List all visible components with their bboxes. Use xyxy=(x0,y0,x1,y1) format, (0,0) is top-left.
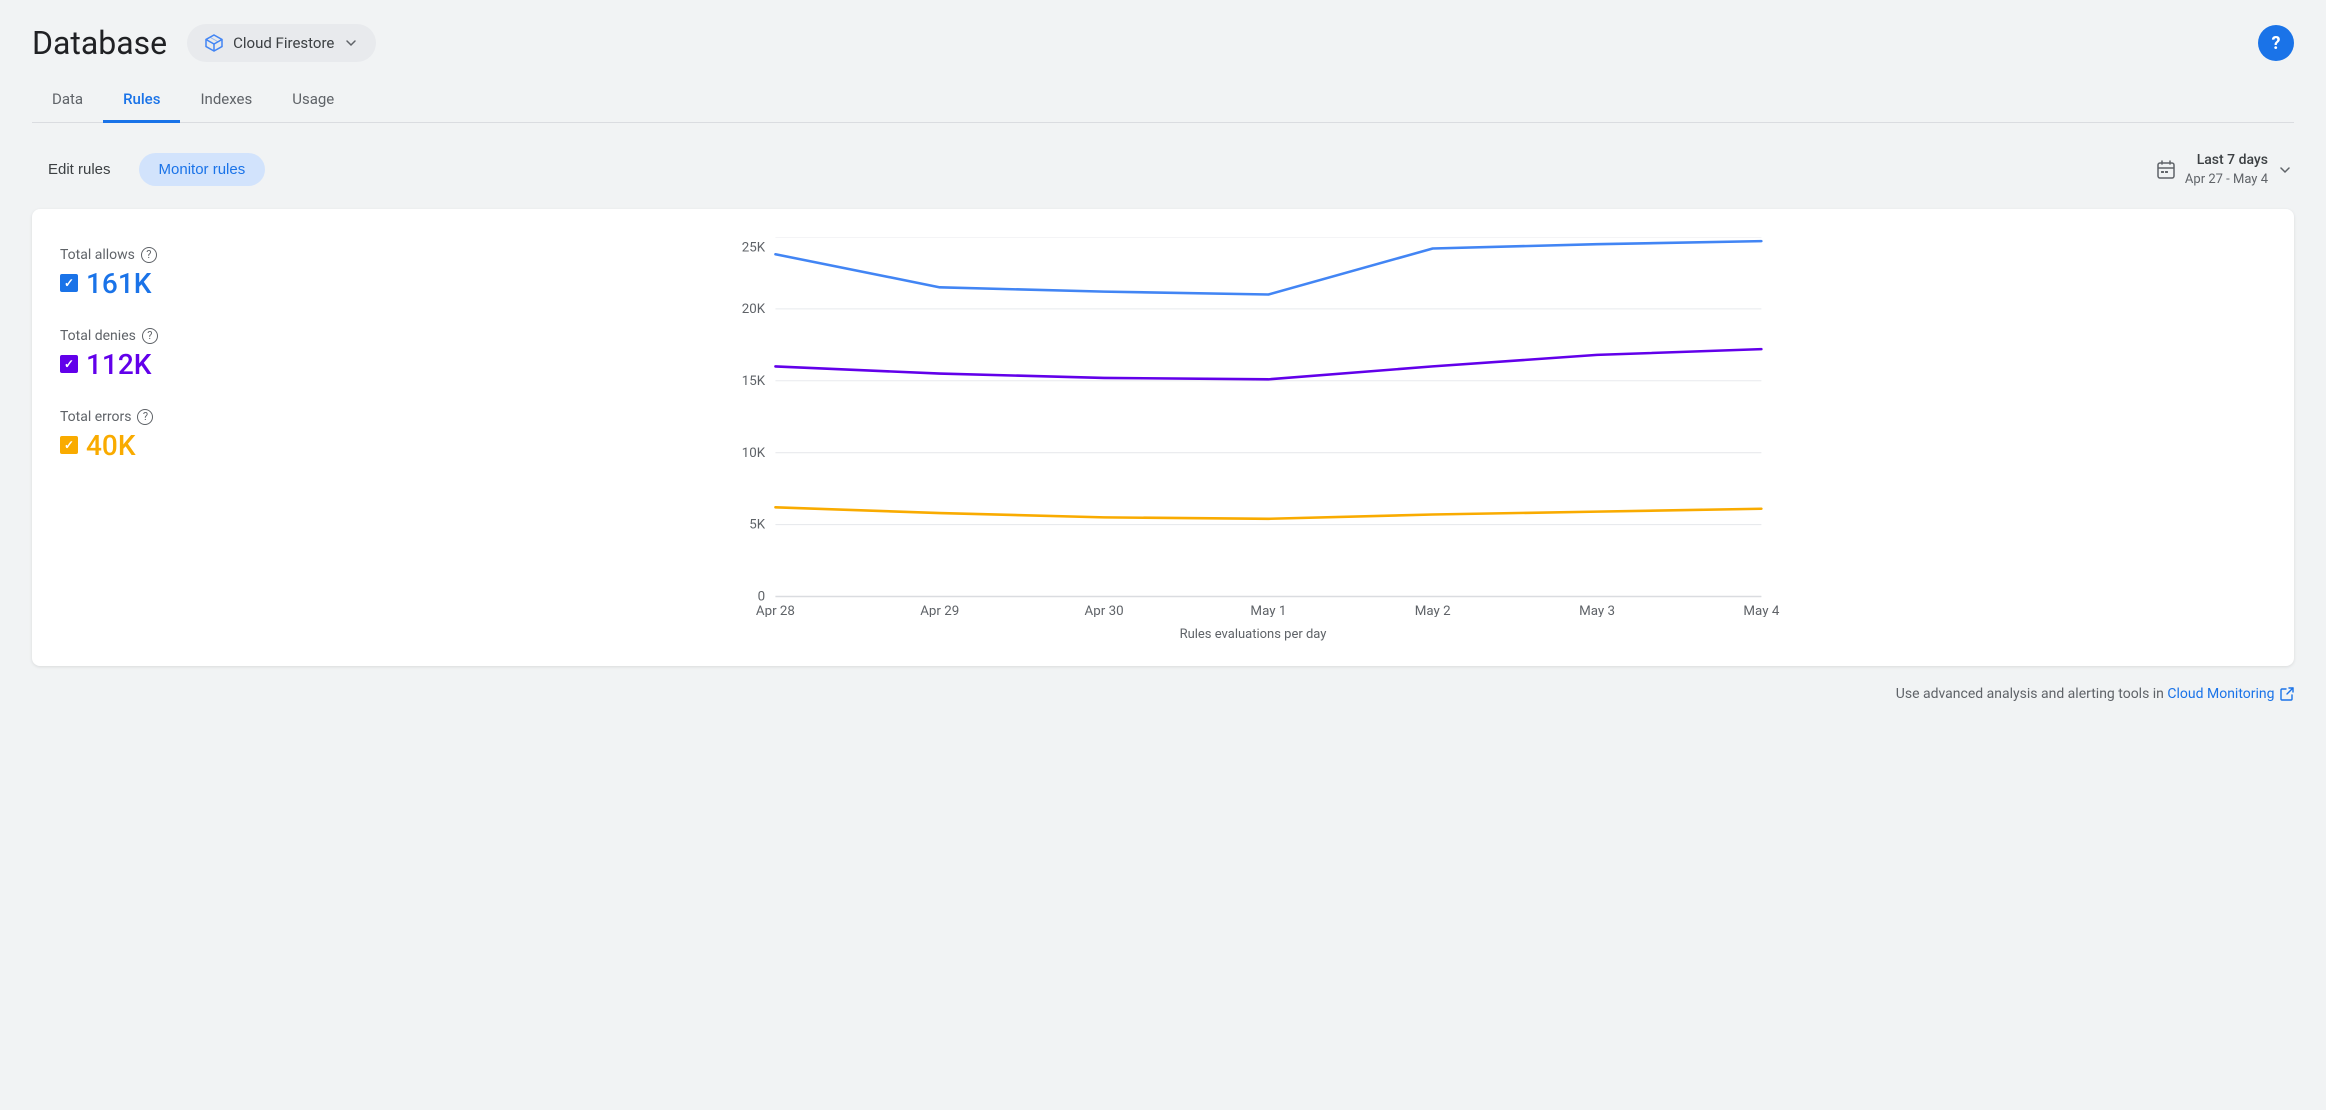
svg-text:Apr 28: Apr 28 xyxy=(756,604,795,617)
svg-text:0: 0 xyxy=(758,589,766,604)
errors-number: 40K xyxy=(86,429,136,462)
date-range: Last 7 days Apr 27 - May 4 xyxy=(2185,151,2268,189)
denies-info-icon[interactable]: ? xyxy=(142,328,158,344)
allows-checkbox[interactable]: ✓ xyxy=(60,274,78,292)
cloud-monitoring-link[interactable]: Cloud Monitoring xyxy=(2167,686,2294,702)
footer-note: Use advanced analysis and alerting tools… xyxy=(32,686,2294,702)
date-sub: Apr 27 - May 4 xyxy=(2185,171,2268,189)
errors-info-icon[interactable]: ? xyxy=(137,409,153,425)
allows-info-icon[interactable]: ? xyxy=(141,247,157,263)
external-link-icon xyxy=(2280,687,2294,701)
cloud-monitoring-label: Cloud Monitoring xyxy=(2167,686,2274,702)
svg-text:Apr 29: Apr 29 xyxy=(920,604,959,617)
toolbar-left: Edit rules Monitor rules xyxy=(32,153,265,186)
denies-label-text: Total denies xyxy=(60,328,136,344)
svg-text:5K: 5K xyxy=(749,517,765,532)
chart-area: Total allows ? ✓ 161K Total denies ? xyxy=(60,237,2262,642)
svg-text:Apr 30: Apr 30 xyxy=(1085,604,1124,617)
date-label: Last 7 days xyxy=(2185,151,2268,171)
service-name: Cloud Firestore xyxy=(233,34,334,52)
svg-text:May 2: May 2 xyxy=(1415,604,1451,617)
header-row: Database Cloud Firestore ? xyxy=(32,24,2294,62)
svg-text:May 4: May 4 xyxy=(1743,604,1779,617)
denies-number: 112K xyxy=(86,348,151,381)
tab-indexes[interactable]: Indexes xyxy=(180,78,272,123)
toolbar: Edit rules Monitor rules Last 7 days Apr… xyxy=(32,151,2294,189)
svg-text:10K: 10K xyxy=(742,446,766,461)
svg-text:20K: 20K xyxy=(742,302,766,317)
chart-card: Total allows ? ✓ 161K Total denies ? xyxy=(32,209,2294,666)
firestore-icon xyxy=(203,32,225,54)
denies-checkbox[interactable]: ✓ xyxy=(60,355,78,373)
svg-text:25K: 25K xyxy=(742,240,766,255)
allows-label: Total allows ? xyxy=(60,247,220,263)
denies-value: ✓ 112K xyxy=(60,348,220,381)
edit-rules-button[interactable]: Edit rules xyxy=(32,153,127,186)
tab-usage[interactable]: Usage xyxy=(272,78,354,123)
service-selector[interactable]: Cloud Firestore xyxy=(187,24,376,62)
tab-data[interactable]: Data xyxy=(32,78,103,123)
nav-tabs: Data Rules Indexes Usage xyxy=(32,78,2294,123)
legend-errors: Total errors ? ✓ 40K xyxy=(60,409,220,462)
calendar-icon xyxy=(2155,159,2177,181)
chart-svg: 0 5K 10K 15K 20K 25K xyxy=(244,237,2262,617)
allows-value: ✓ 161K xyxy=(60,267,220,300)
errors-label-text: Total errors xyxy=(60,409,131,425)
chart-x-axis-label: Rules evaluations per day xyxy=(244,627,2262,642)
svg-text:15K: 15K xyxy=(742,374,766,389)
footer-text: Use advanced analysis and alerting tools… xyxy=(1896,686,2164,702)
legend-denies: Total denies ? ✓ 112K xyxy=(60,328,220,381)
help-button[interactable]: ? xyxy=(2258,25,2294,61)
errors-label: Total errors ? xyxy=(60,409,220,425)
svg-text:May 3: May 3 xyxy=(1579,604,1615,617)
chart-wrapper: 0 5K 10K 15K 20K 25K xyxy=(244,237,2262,642)
allows-number: 161K xyxy=(86,267,151,300)
monitor-rules-button[interactable]: Monitor rules xyxy=(139,153,266,186)
allows-label-text: Total allows xyxy=(60,247,135,263)
date-dropdown-icon xyxy=(2276,161,2294,179)
page-title: Database xyxy=(32,24,167,62)
svg-text:May 1: May 1 xyxy=(1250,604,1286,617)
errors-value: ✓ 40K xyxy=(60,429,220,462)
tab-rules[interactable]: Rules xyxy=(103,78,180,123)
date-picker[interactable]: Last 7 days Apr 27 - May 4 xyxy=(2155,151,2294,189)
legend-allows: Total allows ? ✓ 161K xyxy=(60,247,220,300)
chart-legend: Total allows ? ✓ 161K Total denies ? xyxy=(60,237,220,642)
errors-checkbox[interactable]: ✓ xyxy=(60,436,78,454)
denies-label: Total denies ? xyxy=(60,328,220,344)
dropdown-chevron-icon xyxy=(342,34,360,52)
